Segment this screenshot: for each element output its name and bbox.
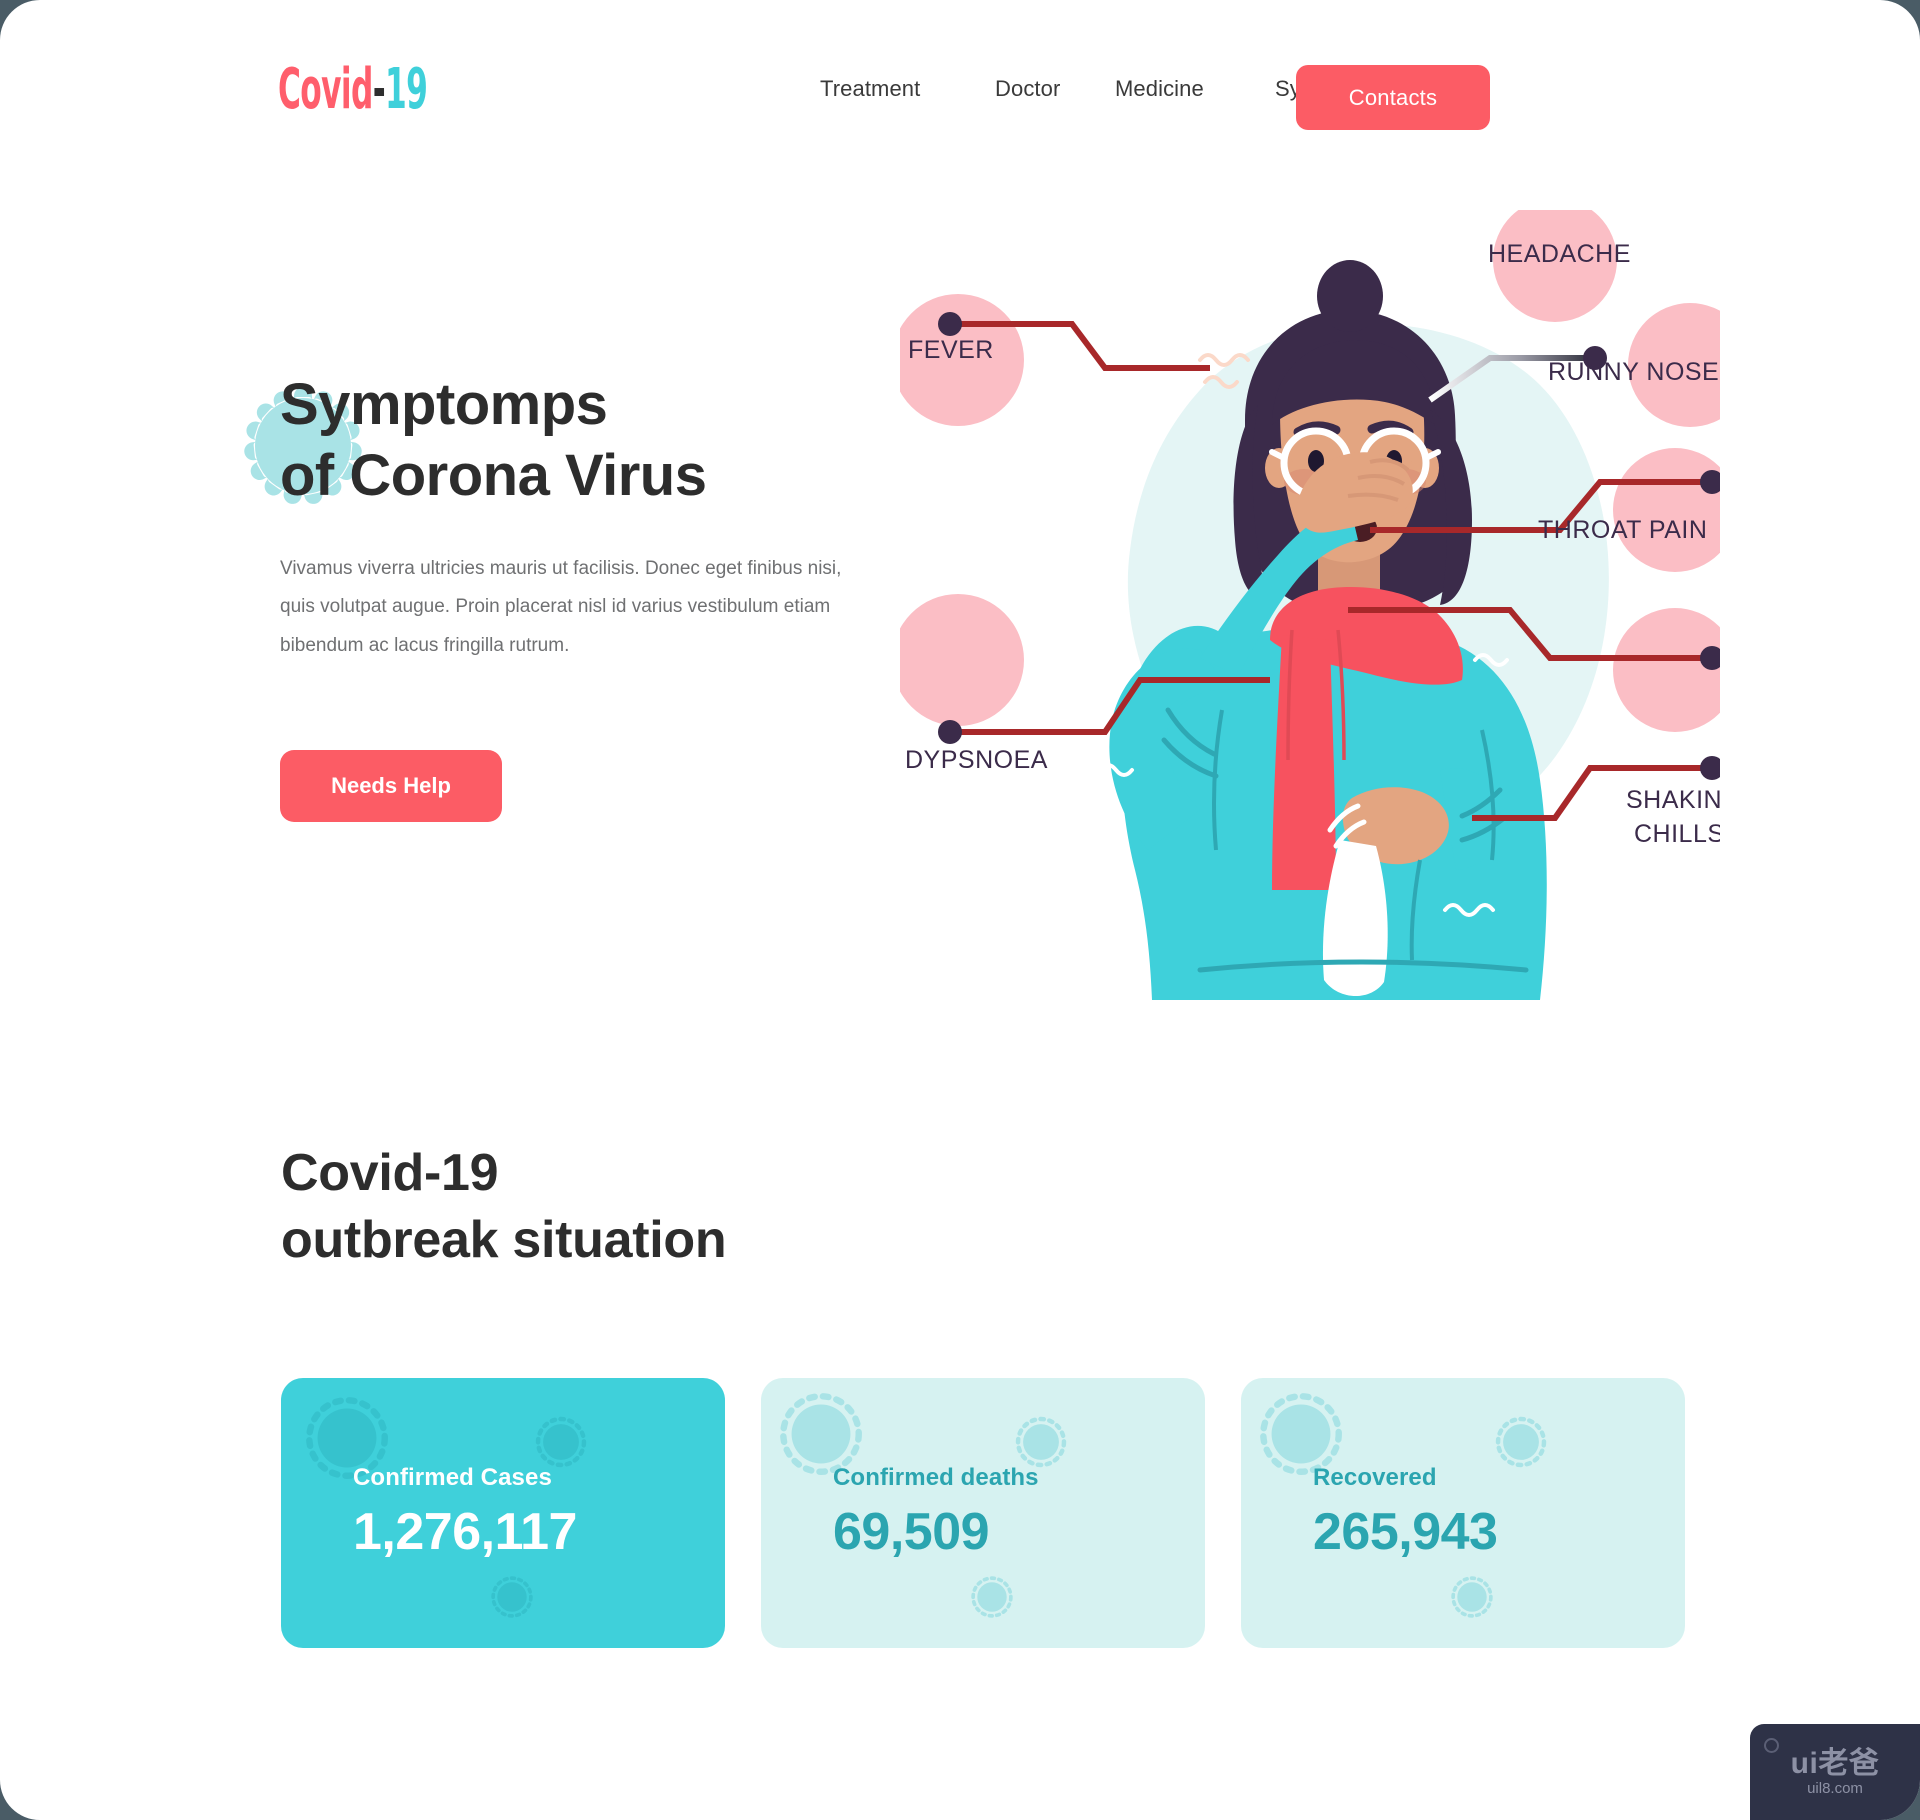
stat-card-value: 265,943 (1313, 1503, 1498, 1561)
stat-cards-row: Confirmed Cases 1,276,117 Confirmed deat… (281, 1378, 1685, 1648)
virus-deco-icon (1449, 1574, 1495, 1620)
symptom-label-chills: CHILLS (1634, 820, 1720, 848)
nav-item-treatment[interactable]: Treatment (820, 76, 995, 102)
stat-card-recovered: Recovered 265,943 (1241, 1378, 1685, 1648)
watermark-badge: ui老爸 uil8.com (1750, 1724, 1920, 1820)
page-root: Covid-19 Treatment Doctor Medicine Sympt… (0, 0, 1920, 1820)
logo-text-covid: Covid (278, 57, 373, 122)
outbreak-section-title: Covid-19 outbreak situation (281, 1140, 727, 1273)
symptoms-illustration: FEVER HEADACHE RUNNY NOSE THROAT PAIN DY… (900, 210, 1720, 1010)
stat-card-value: 69,509 (833, 1503, 990, 1561)
outbreak-title-line2: outbreak situation (281, 1210, 727, 1269)
virus-deco-icon (489, 1574, 535, 1620)
needs-help-button[interactable]: Needs Help (280, 750, 502, 822)
symptom-label-runny-nose: RUNNY NOSE (1548, 358, 1719, 386)
nav-item-doctor[interactable]: Doctor (995, 76, 1115, 102)
hero-text-block: Symptomps of Corona Virus Vivamus viverr… (244, 370, 880, 822)
outbreak-title-line1: Covid-19 (281, 1144, 499, 1202)
hero-title-line2: of Corona Virus (280, 442, 707, 508)
stat-card-confirmed-deaths: Confirmed deaths 69,509 (761, 1378, 1205, 1648)
stat-card-label: Confirmed Cases (353, 1464, 552, 1491)
stat-card-confirmed-cases: Confirmed Cases 1,276,117 (281, 1378, 725, 1648)
symptom-label-throat-pain: THROAT PAIN (1538, 516, 1707, 544)
bubble-dypsnoea (900, 594, 1024, 726)
stat-card-label: Recovered (1313, 1464, 1437, 1491)
page-title: Symptomps of Corona Virus (280, 370, 880, 512)
bubble-shaking-chills (1613, 608, 1720, 732)
brand-logo[interactable]: Covid-19 (278, 62, 428, 118)
stat-card-value: 1,276,117 (353, 1503, 577, 1561)
virus-deco-icon (1013, 1414, 1069, 1470)
virus-deco-icon (533, 1414, 589, 1470)
watermark-url: uil8.com (1807, 1779, 1863, 1797)
contacts-button[interactable]: Contacts (1296, 65, 1490, 130)
nav-item-medicine[interactable]: Medicine (1115, 76, 1275, 102)
symptom-label-headache: HEADACHE (1488, 240, 1631, 268)
stat-card-label: Confirmed deaths (833, 1464, 1039, 1491)
hero-description: Vivamus viverra ultricies mauris ut faci… (280, 557, 842, 657)
site-header: Covid-19 Treatment Doctor Medicine Sympt… (0, 0, 1920, 160)
logo-text-dash: - (372, 57, 386, 122)
watermark-ring-icon (1764, 1738, 1779, 1753)
symptom-label-dypsnoea: DYPSNOEA (905, 746, 1048, 774)
logo-text-19: 19 (385, 57, 428, 122)
symptom-label-fever: FEVER (908, 336, 994, 364)
symptom-label-shaking: SHAKING (1626, 786, 1720, 814)
virus-deco-icon (1493, 1414, 1549, 1470)
virus-deco-icon (969, 1574, 1015, 1620)
hero-title-line1: Symptomps (280, 372, 608, 437)
bubble-throat-pain (1613, 448, 1720, 572)
watermark-title: ui老爸 (1790, 1746, 1880, 1780)
